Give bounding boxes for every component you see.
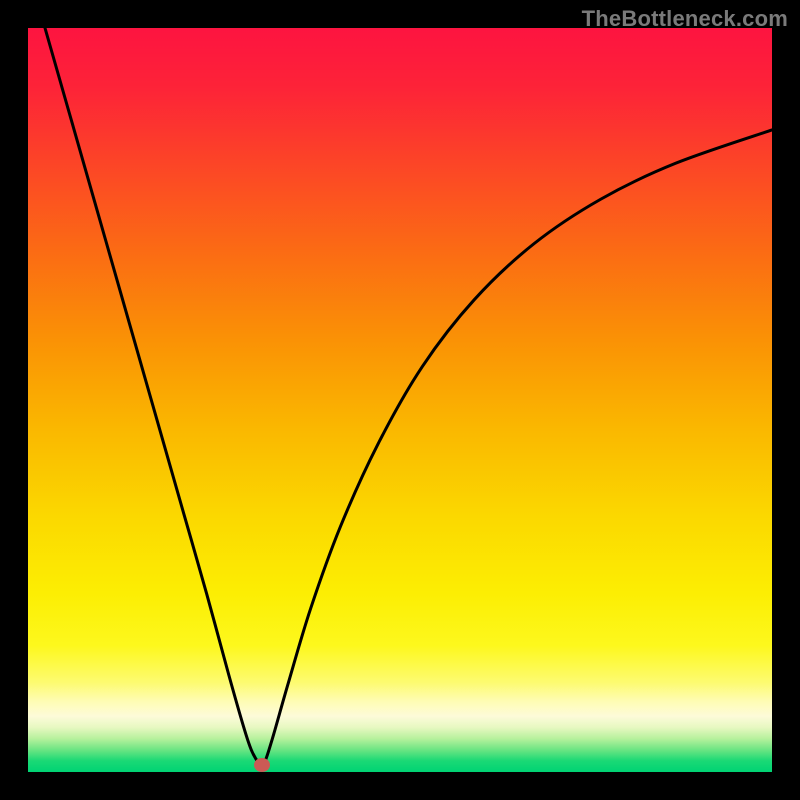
chart-frame: TheBottleneck.com [0,0,800,800]
minimum-marker-icon [254,758,270,772]
line-curve [28,28,772,772]
plot-area [28,28,772,772]
